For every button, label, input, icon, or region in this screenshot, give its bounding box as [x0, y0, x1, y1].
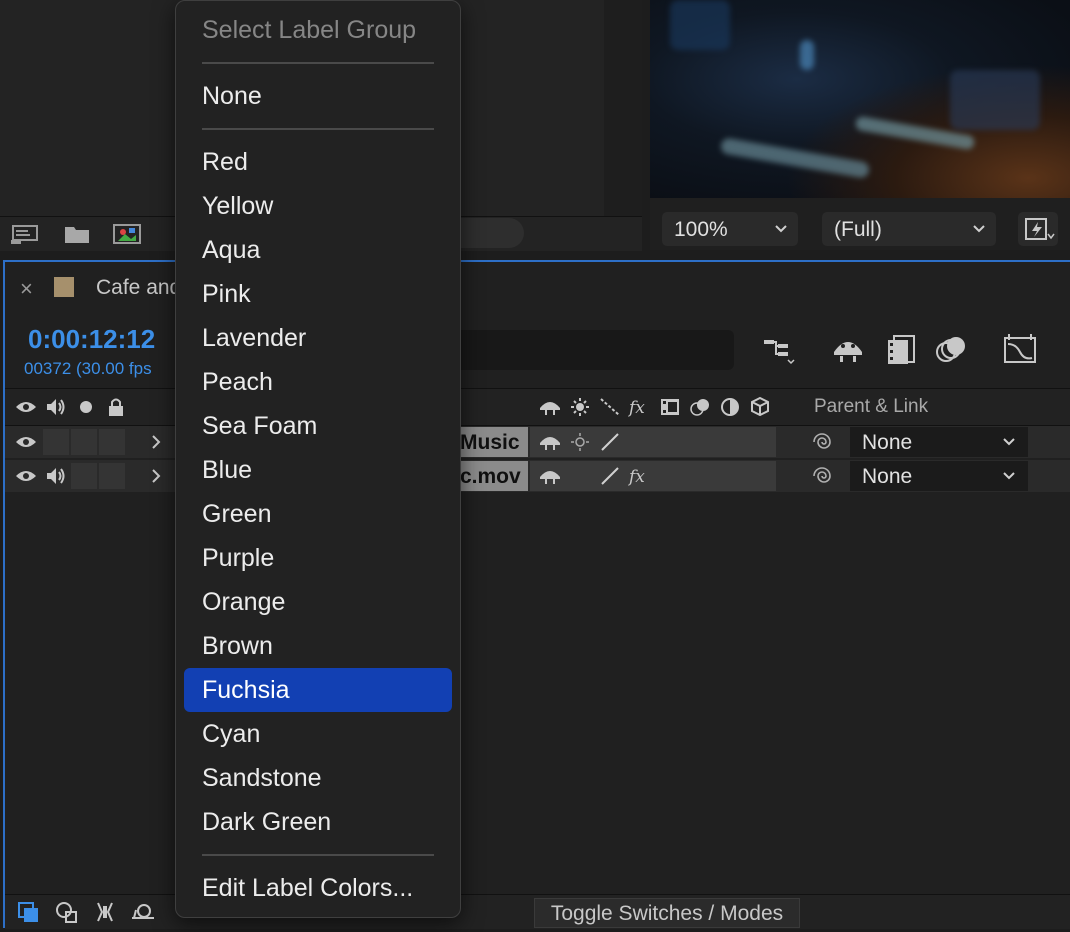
frame-blend-switch-icon [658, 396, 682, 418]
frame-blending-icon[interactable] [882, 332, 922, 368]
interpret-footage-icon[interactable] [10, 222, 40, 246]
new-folder-icon[interactable] [62, 222, 92, 246]
solo-icon[interactable] [74, 396, 98, 418]
eye-icon[interactable] [14, 465, 38, 487]
comp-label-swatch [54, 277, 74, 297]
resolution-value: (Full) [834, 218, 882, 241]
parent-value: None [862, 431, 913, 454]
menu-item-fuchsia[interactable]: Fuchsia [202, 676, 290, 705]
comp-flowchart-icon[interactable] [760, 332, 800, 368]
resolution-dropdown[interactable]: (Full) [822, 212, 996, 246]
menu-item-purple[interactable]: Purple [202, 544, 274, 573]
menu-item-cyan[interactable]: Cyan [202, 720, 260, 749]
svg-text:fx: fx [628, 467, 645, 487]
layer-name[interactable]: Music [460, 427, 528, 457]
motion-blur-switch-icon [688, 396, 712, 418]
layer-switches [530, 427, 776, 457]
menu-item-green[interactable]: Green [202, 500, 271, 529]
quality-switch-icon [598, 396, 622, 418]
svg-text:fx: fx [628, 398, 645, 418]
chevron-down-icon [1003, 472, 1015, 480]
graph-editor-icon[interactable] [1000, 332, 1040, 368]
parent-pickwhip-icon[interactable] [812, 431, 836, 453]
zoom-value: 100% [674, 218, 728, 241]
menu-separator [202, 854, 434, 856]
chevron-down-icon [775, 225, 787, 233]
eye-icon[interactable] [14, 396, 38, 418]
shy-switch-icon[interactable] [538, 431, 562, 453]
menu-item-pink[interactable]: Pink [202, 280, 251, 309]
menu-separator [202, 128, 434, 130]
menu-item-sea-foam[interactable]: Sea Foam [202, 412, 317, 441]
parent-dropdown[interactable]: None [850, 427, 1028, 457]
quality-switch-icon[interactable] [598, 465, 622, 487]
parent-value: None [862, 465, 913, 488]
new-composition-icon[interactable] [112, 222, 142, 246]
timeline-tab-title[interactable]: Cafe and [96, 276, 181, 300]
fx-switch-icon: fx [627, 396, 652, 418]
menu-item-orange[interactable]: Orange [202, 588, 285, 617]
in-out-icon[interactable] [92, 900, 118, 924]
adjustment-layer-icon [718, 396, 742, 418]
layer-name[interactable]: c.mov [460, 461, 528, 491]
toggle-switches-modes-button[interactable]: Toggle Switches / Modes [534, 898, 800, 928]
audio-icon[interactable] [44, 465, 68, 487]
close-tab-button[interactable]: × [20, 276, 33, 302]
lock-icon[interactable] [104, 396, 128, 418]
menu-item-yellow[interactable]: Yellow [202, 192, 273, 221]
collapse-switch-icon [568, 396, 592, 418]
menu-item-red[interactable]: Red [202, 148, 248, 177]
menu-item-peach[interactable]: Peach [202, 368, 273, 397]
menu-item-none[interactable]: None [202, 82, 262, 111]
parent-pickwhip-icon[interactable] [812, 465, 836, 487]
parent-link-header: Parent & Link [814, 396, 929, 417]
parent-dropdown[interactable]: None [850, 461, 1028, 491]
shy-layers-icon[interactable] [828, 332, 868, 368]
composition-viewer[interactable] [650, 0, 1070, 198]
chevron-right-icon[interactable] [146, 465, 170, 487]
collapse-switch-icon[interactable] [568, 431, 592, 453]
shy-switch-icon [538, 396, 562, 418]
menu-item-brown[interactable]: Brown [202, 632, 273, 661]
menu-item-sandstone[interactable]: Sandstone [202, 764, 322, 793]
frame-info: 00372 (30.00 fps [24, 359, 152, 378]
timeline-search-field[interactable] [440, 330, 734, 370]
project-scrollbar[interactable] [604, 0, 642, 250]
menu-item-blue[interactable]: Blue [202, 456, 252, 485]
motion-blur-icon[interactable] [932, 332, 972, 368]
eye-icon[interactable] [14, 431, 38, 453]
snail-icon[interactable] [130, 900, 156, 924]
render-time-icon[interactable] [54, 900, 80, 924]
fx-switch-icon[interactable]: fx [627, 465, 652, 487]
chevron-down-icon [1003, 438, 1015, 446]
layer-switches [530, 461, 776, 491]
shy-switch-icon[interactable] [538, 465, 562, 487]
menu-item-aqua[interactable]: Aqua [202, 236, 260, 265]
menu-item-dark-green[interactable]: Dark Green [202, 808, 331, 837]
menu-header-select-label-group: Select Label Group [202, 16, 417, 44]
zoom-dropdown[interactable]: 100% [662, 212, 798, 246]
fast-previews-icon[interactable] [1018, 212, 1058, 246]
3d-layer-icon [748, 396, 772, 418]
chevron-right-icon[interactable] [146, 431, 170, 453]
comp-button-icon[interactable] [16, 900, 42, 924]
current-timecode[interactable]: 0:00:12:12 [28, 324, 155, 355]
audio-icon[interactable] [44, 396, 68, 418]
menu-item-edit-label-colors[interactable]: Edit Label Colors... [202, 874, 413, 903]
menu-separator [202, 62, 434, 64]
chevron-down-icon [973, 225, 985, 233]
menu-item-lavender[interactable]: Lavender [202, 324, 306, 353]
quality-switch-icon[interactable] [598, 431, 622, 453]
